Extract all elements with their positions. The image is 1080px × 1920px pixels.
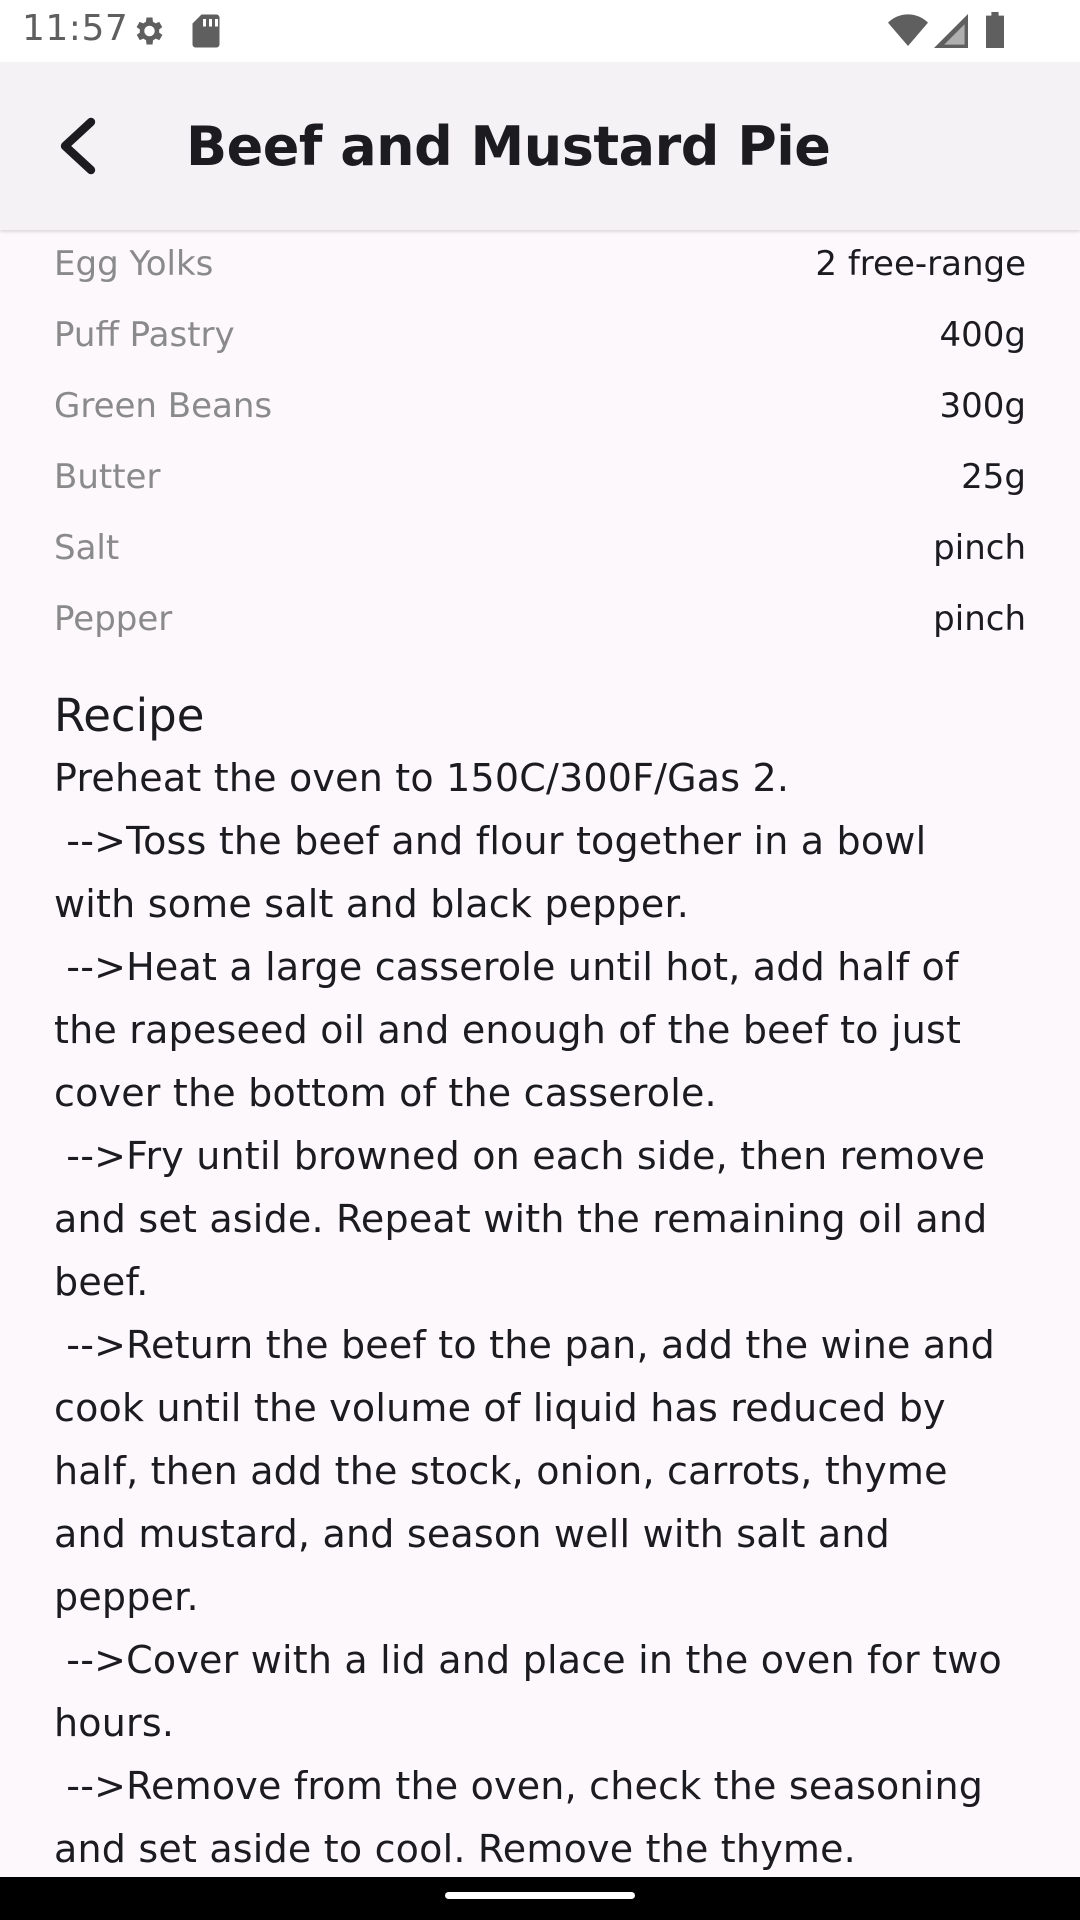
home-indicator[interactable] (445, 1892, 635, 1899)
page-title: Beef and Mustard Pie (186, 115, 831, 178)
ingredient-name: Puff Pastry (54, 315, 235, 355)
status-time: 11:57 (22, 8, 129, 49)
ingredient-list: Egg Yolks 2 free-range Puff Pastry 400g … (54, 231, 1026, 657)
sd-card-icon (190, 13, 222, 54)
app-bar: Beef and Mustard Pie (0, 62, 1080, 230)
ingredient-name: Salt (54, 528, 120, 568)
recipe-heading: Recipe (54, 689, 205, 742)
ingredient-quantity: pinch (933, 528, 1026, 568)
settings-icon (130, 13, 166, 54)
ingredient-row: Salt pinch (54, 515, 1026, 586)
recipe-content[interactable]: Egg Yolks 2 free-range Puff Pastry 400g … (0, 231, 1080, 1877)
ingredient-row: Puff Pastry 400g (54, 302, 1026, 373)
ingredient-quantity: 300g (939, 386, 1026, 426)
back-button[interactable] (36, 106, 116, 186)
ingredient-name: Egg Yolks (54, 244, 214, 284)
ingredient-quantity: 25g (961, 457, 1026, 497)
battery-icon (984, 12, 1006, 53)
ingredient-row: Egg Yolks 2 free-range (54, 231, 1026, 302)
ingredient-row: Pepper pinch (54, 586, 1026, 657)
ingredient-row: Green Beans 300g (54, 373, 1026, 444)
signal-icon (934, 14, 968, 53)
ingredient-quantity: pinch (933, 599, 1026, 639)
ingredient-quantity: 400g (939, 315, 1026, 355)
status-bar: 11:57 (0, 0, 1080, 62)
recipe-instructions: Preheat the oven to 150C/300F/Gas 2. -->… (54, 756, 1002, 1871)
ingredient-row: Butter 25g (54, 444, 1026, 515)
wifi-icon (888, 14, 928, 53)
navigation-bar (0, 1877, 1080, 1920)
back-arrow-icon (60, 117, 96, 175)
ingredient-name: Pepper (54, 599, 173, 639)
ingredient-name: Butter (54, 457, 161, 497)
ingredient-quantity: 2 free-range (815, 244, 1026, 284)
ingredient-name: Green Beans (54, 386, 273, 426)
